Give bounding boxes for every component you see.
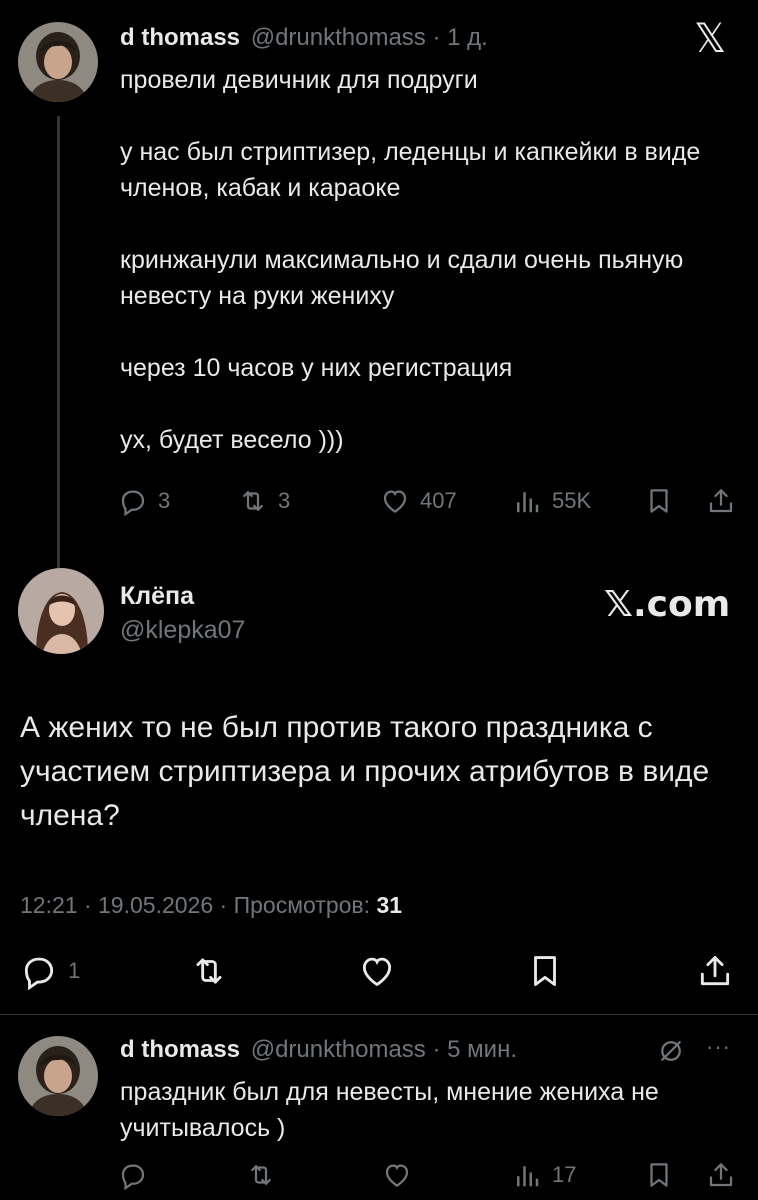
separator-dot: ·	[432, 24, 441, 51]
author-handle[interactable]: @drunkthomass	[251, 1036, 426, 1063]
like-button[interactable]: 407	[380, 486, 457, 516]
tweet-meta: 12:21 · 19.05.2026 · Просмотров: 31	[20, 892, 402, 919]
divider	[0, 1014, 758, 1015]
views-button[interactable]: 55K	[512, 486, 591, 516]
reply-count: 1	[68, 958, 81, 983]
repost-icon	[238, 486, 268, 516]
x-com-watermark: 𝕏.com	[604, 584, 731, 625]
bookmark-icon	[526, 952, 564, 990]
bookmark-button[interactable]	[644, 1160, 674, 1190]
share-icon	[706, 1160, 736, 1190]
like-icon	[380, 486, 410, 516]
reply-icon	[20, 952, 58, 990]
repost-icon	[246, 1160, 276, 1190]
like-count: 407	[420, 488, 457, 513]
bookmark-icon	[644, 486, 674, 516]
more-options-button[interactable]: ···	[706, 1034, 731, 1060]
tweet-text: провели девичник для подруги у нас был с…	[120, 66, 701, 454]
repost-button[interactable]: 3	[238, 486, 290, 516]
views-count: 31	[376, 892, 403, 918]
author-handle[interactable]: @drunkthomass	[251, 24, 426, 51]
bookmark-button[interactable]	[526, 952, 564, 990]
like-icon	[358, 952, 396, 990]
views-count: 17	[552, 1162, 577, 1187]
reply-button[interactable]: 3	[118, 486, 170, 516]
like-button[interactable]	[358, 952, 396, 990]
like-icon	[382, 1160, 412, 1190]
bookmark-button[interactable]	[644, 486, 674, 516]
author-handle[interactable]: @klepka07	[120, 616, 245, 645]
share-icon	[706, 486, 736, 516]
repost-button[interactable]	[190, 952, 228, 990]
views-count: 55K	[552, 488, 592, 513]
grok-icon[interactable]	[656, 1036, 686, 1071]
avatar[interactable]	[18, 1036, 98, 1116]
share-button[interactable]	[706, 486, 736, 516]
reply-icon	[118, 1160, 148, 1190]
views-button[interactable]: 17	[512, 1160, 576, 1190]
x-logo[interactable]: 𝕏	[694, 16, 726, 62]
separator-dot: ·	[432, 1036, 441, 1063]
tweet-header: d thomass @drunkthomass · 5 мин.	[120, 1036, 517, 1064]
views-label: Просмотров:	[233, 892, 371, 918]
author-name[interactable]: d thomass	[120, 24, 240, 51]
author-name[interactable]: d thomass	[120, 1036, 240, 1063]
thread-line	[57, 116, 60, 568]
like-button[interactable]	[382, 1160, 412, 1190]
post-time[interactable]: 12:21	[20, 892, 78, 918]
views-icon	[512, 486, 542, 516]
share-icon	[696, 952, 734, 990]
share-button[interactable]	[706, 1160, 736, 1190]
reply-button[interactable]	[118, 1160, 148, 1190]
tweet-text: праздник был для невесты, мнение жениха …	[120, 1078, 666, 1142]
reply-icon	[118, 486, 148, 516]
repost-icon	[190, 952, 228, 990]
timestamp[interactable]: 5 мин.	[447, 1036, 517, 1063]
reply-count: 3	[158, 488, 171, 513]
separator-dot: ·	[83, 892, 99, 918]
post-date[interactable]: 19.05.2026	[98, 892, 213, 918]
reply-button[interactable]: 1	[20, 952, 80, 990]
separator-dot: ·	[219, 892, 234, 918]
bookmark-icon	[644, 1160, 674, 1190]
views-icon	[512, 1160, 542, 1190]
repost-count: 3	[278, 488, 291, 513]
tweet-text: А жених то не был против такого праздник…	[20, 711, 710, 832]
share-button[interactable]	[696, 952, 734, 990]
tweet-header: d thomass @drunkthomass · 1 д.	[120, 24, 488, 52]
repost-button[interactable]	[246, 1160, 276, 1190]
timestamp[interactable]: 1 д.	[447, 24, 488, 51]
avatar[interactable]	[18, 22, 98, 102]
avatar[interactable]	[18, 568, 104, 654]
author-name[interactable]: Клёпа	[120, 582, 194, 611]
